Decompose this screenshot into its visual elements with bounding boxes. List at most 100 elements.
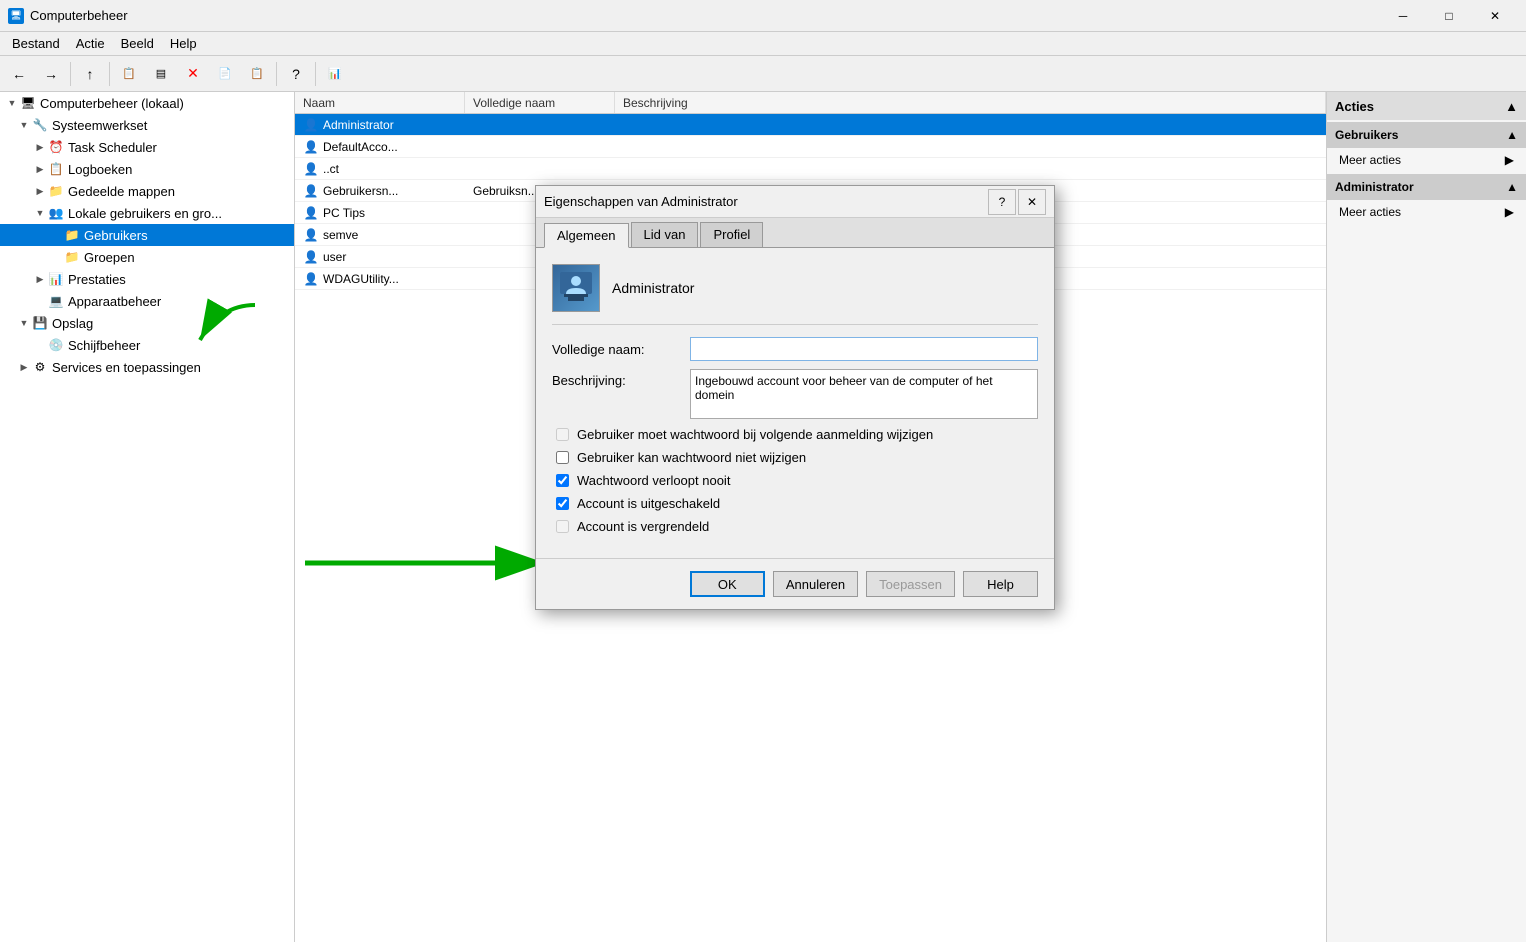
user-icon-semve: 👤 (303, 227, 319, 243)
form-row-volledige-naam: Volledige naam: (552, 337, 1038, 361)
minimize-button[interactable]: ─ (1380, 0, 1426, 32)
folder-icon-groepen: 📁 (64, 249, 80, 265)
tab-profiel[interactable]: Profiel (700, 222, 763, 247)
expand-icon: ▼ (4, 95, 20, 111)
annuleren-button[interactable]: Annuleren (773, 571, 858, 597)
computer-icon: 🖥 (20, 95, 36, 111)
device-icon: 💻 (48, 293, 64, 309)
checkbox-label-1: Gebruiker moet wachtwoord bij volgende a… (577, 427, 933, 442)
help-toolbar-button[interactable]: ? (281, 60, 311, 88)
dialog-close-button[interactable]: ✕ (1018, 189, 1046, 215)
user-icon-wdagutility: 👤 (303, 271, 319, 287)
tree-prestaties[interactable]: ▶ 📊 Prestaties (0, 268, 294, 290)
tree-systeemwerkset-label: Systeemwerkset (52, 118, 147, 133)
gebruikers-collapse-icon: ▲ (1506, 128, 1518, 142)
meer-acties-gebruikers-label: Meer acties (1339, 153, 1401, 167)
expand-icon-13: ▶ (16, 359, 32, 375)
list-row-administrator[interactable]: 👤 Administrator (295, 114, 1326, 136)
folder-icon-shared: 📁 (48, 183, 64, 199)
close-button[interactable]: ✕ (1472, 0, 1518, 32)
help-button[interactable]: Help (963, 571, 1038, 597)
checkbox-row-5: Account is vergrendeld (552, 519, 1038, 534)
tree-lokale-gebruikers-label: Lokale gebruikers en gro... (68, 206, 222, 221)
tree-apparaatbeheer[interactable]: 💻 Apparaatbeheer (0, 290, 294, 312)
forward-button[interactable]: → (36, 60, 66, 88)
col-naam[interactable]: Naam (295, 92, 465, 113)
expand-icon-2: ▼ (16, 117, 32, 133)
tree-systeemwerkset[interactable]: ▼ 🔧 Systeemwerkset (0, 114, 294, 136)
expand-icon-4: ▶ (32, 161, 48, 177)
checkbox-account-vergrendeld[interactable] (556, 520, 569, 533)
volledige-naam-input[interactable] (690, 337, 1038, 361)
tree-logboeken[interactable]: ▶ 📋 Logboeken (0, 158, 294, 180)
maximize-button[interactable]: □ (1426, 0, 1472, 32)
title-bar: 🖥 Computerbeheer ─ □ ✕ (0, 0, 1526, 32)
ok-button[interactable]: OK (690, 571, 765, 597)
delete-button[interactable]: ✕ (178, 60, 208, 88)
user-avatar-image (553, 265, 599, 311)
services-icon: ⚙ (32, 359, 48, 375)
properties-button[interactable]: 📄 (210, 60, 240, 88)
menu-help[interactable]: Help (162, 34, 205, 53)
back-button[interactable]: ← (4, 60, 34, 88)
user-header: Administrator (552, 264, 1038, 325)
checkbox-kan-niet-wijzigen[interactable] (556, 451, 569, 464)
dialog-tabs: Algemeen Lid van Profiel (536, 218, 1054, 248)
dialog-user-name: Administrator (612, 280, 694, 296)
properties-dialog: Eigenschappen van Administrator ? ✕ Alge… (535, 185, 1055, 610)
meer-acties-gebruikers[interactable]: Meer acties ▶ (1327, 148, 1526, 172)
dialog-title-bar: Eigenschappen van Administrator ? ✕ (536, 186, 1054, 218)
list-row-ct[interactable]: 👤 ..ct (295, 158, 1326, 180)
user-icon-ct: 👤 (303, 161, 319, 177)
perf-icon: 📊 (48, 271, 64, 287)
expand-icon-11: ▼ (16, 315, 32, 331)
tree-apparaatbeheer-label: Apparaatbeheer (68, 294, 161, 309)
col-beschrijving[interactable]: Beschrijving (615, 92, 1326, 113)
tree-root-label: Computerbeheer (lokaal) (40, 96, 184, 111)
acties-collapse-icon: ▲ (1505, 99, 1518, 114)
tab-lid-van[interactable]: Lid van (631, 222, 699, 247)
checkbox-row-2: Gebruiker kan wachtwoord niet wijzigen (552, 450, 1038, 465)
expand-icon-6: ▼ (32, 205, 48, 221)
gebruikers-section-header[interactable]: Gebruikers ▲ (1327, 122, 1526, 148)
expand-icon-9: ▶ (32, 271, 48, 287)
acties-label: Acties (1335, 99, 1374, 114)
dialog-help-button[interactable]: ? (988, 189, 1016, 215)
tree-panel: ▼ 🖥 Computerbeheer (lokaal) ▼ 🔧 Systeemw… (0, 92, 295, 942)
tree-schijfbeheer[interactable]: 💿 Schijfbeheer (0, 334, 294, 356)
tree-opslag[interactable]: ▼ 💾 Opslag (0, 312, 294, 334)
tree-groepen[interactable]: 📁 Groepen (0, 246, 294, 268)
tree-task-scheduler[interactable]: ▶ ⏰ Task Scheduler (0, 136, 294, 158)
toepassen-button[interactable]: Toepassen (866, 571, 955, 597)
checkbox-label-3: Wachtwoord verloopt nooit (577, 473, 730, 488)
tree-lokale-gebruikers[interactable]: ▼ 👥 Lokale gebruikers en gro... (0, 202, 294, 224)
show-hide-button[interactable]: 📋 (114, 60, 144, 88)
col-volledige-naam[interactable]: Volledige naam (465, 92, 615, 113)
tree-gebruikers[interactable]: 📁 Gebruikers (0, 224, 294, 246)
tab-algemeen[interactable]: Algemeen (544, 223, 629, 248)
tree-services[interactable]: ▶ ⚙ Services en toepassingen (0, 356, 294, 378)
list-view-button[interactable]: ▤ (146, 60, 176, 88)
menu-beeld[interactable]: Beeld (113, 34, 162, 53)
list-row-defaultacco[interactable]: 👤 DefaultAcco... (295, 136, 1326, 158)
menu-bestand[interactable]: Bestand (4, 34, 68, 53)
acties-header[interactable]: Acties ▲ (1327, 92, 1526, 120)
menu-actie[interactable]: Actie (68, 34, 113, 53)
meer-acties-administrator[interactable]: Meer acties ▶ (1327, 200, 1526, 224)
tree-root[interactable]: ▼ 🖥 Computerbeheer (lokaal) (0, 92, 294, 114)
checkbox-wachtwoord-wijzigen[interactable] (556, 428, 569, 441)
tree-gedeelde-mappen-label: Gedeelde mappen (68, 184, 175, 199)
checkbox-label-2: Gebruiker kan wachtwoord niet wijzigen (577, 450, 806, 465)
up-button[interactable]: ↑ (75, 60, 105, 88)
tree-gedeelde-mappen[interactable]: ▶ 📁 Gedeelde mappen (0, 180, 294, 202)
administrator-section-header[interactable]: Administrator ▲ (1327, 174, 1526, 200)
user-icon-pctips: 👤 (303, 205, 319, 221)
export-button[interactable]: 📋 (242, 60, 272, 88)
snap-button[interactable]: 📊 (320, 60, 350, 88)
meer-acties-arrow-1: ▶ (1505, 153, 1514, 167)
checkbox-account-uitgeschakeld[interactable] (556, 497, 569, 510)
checkbox-verloopt-nooit[interactable] (556, 474, 569, 487)
window-controls: ─ □ ✕ (1380, 0, 1518, 32)
beschrijving-input[interactable]: Ingebouwd account voor beheer van de com… (690, 369, 1038, 419)
beschrijving-label: Beschrijving: (552, 369, 682, 388)
